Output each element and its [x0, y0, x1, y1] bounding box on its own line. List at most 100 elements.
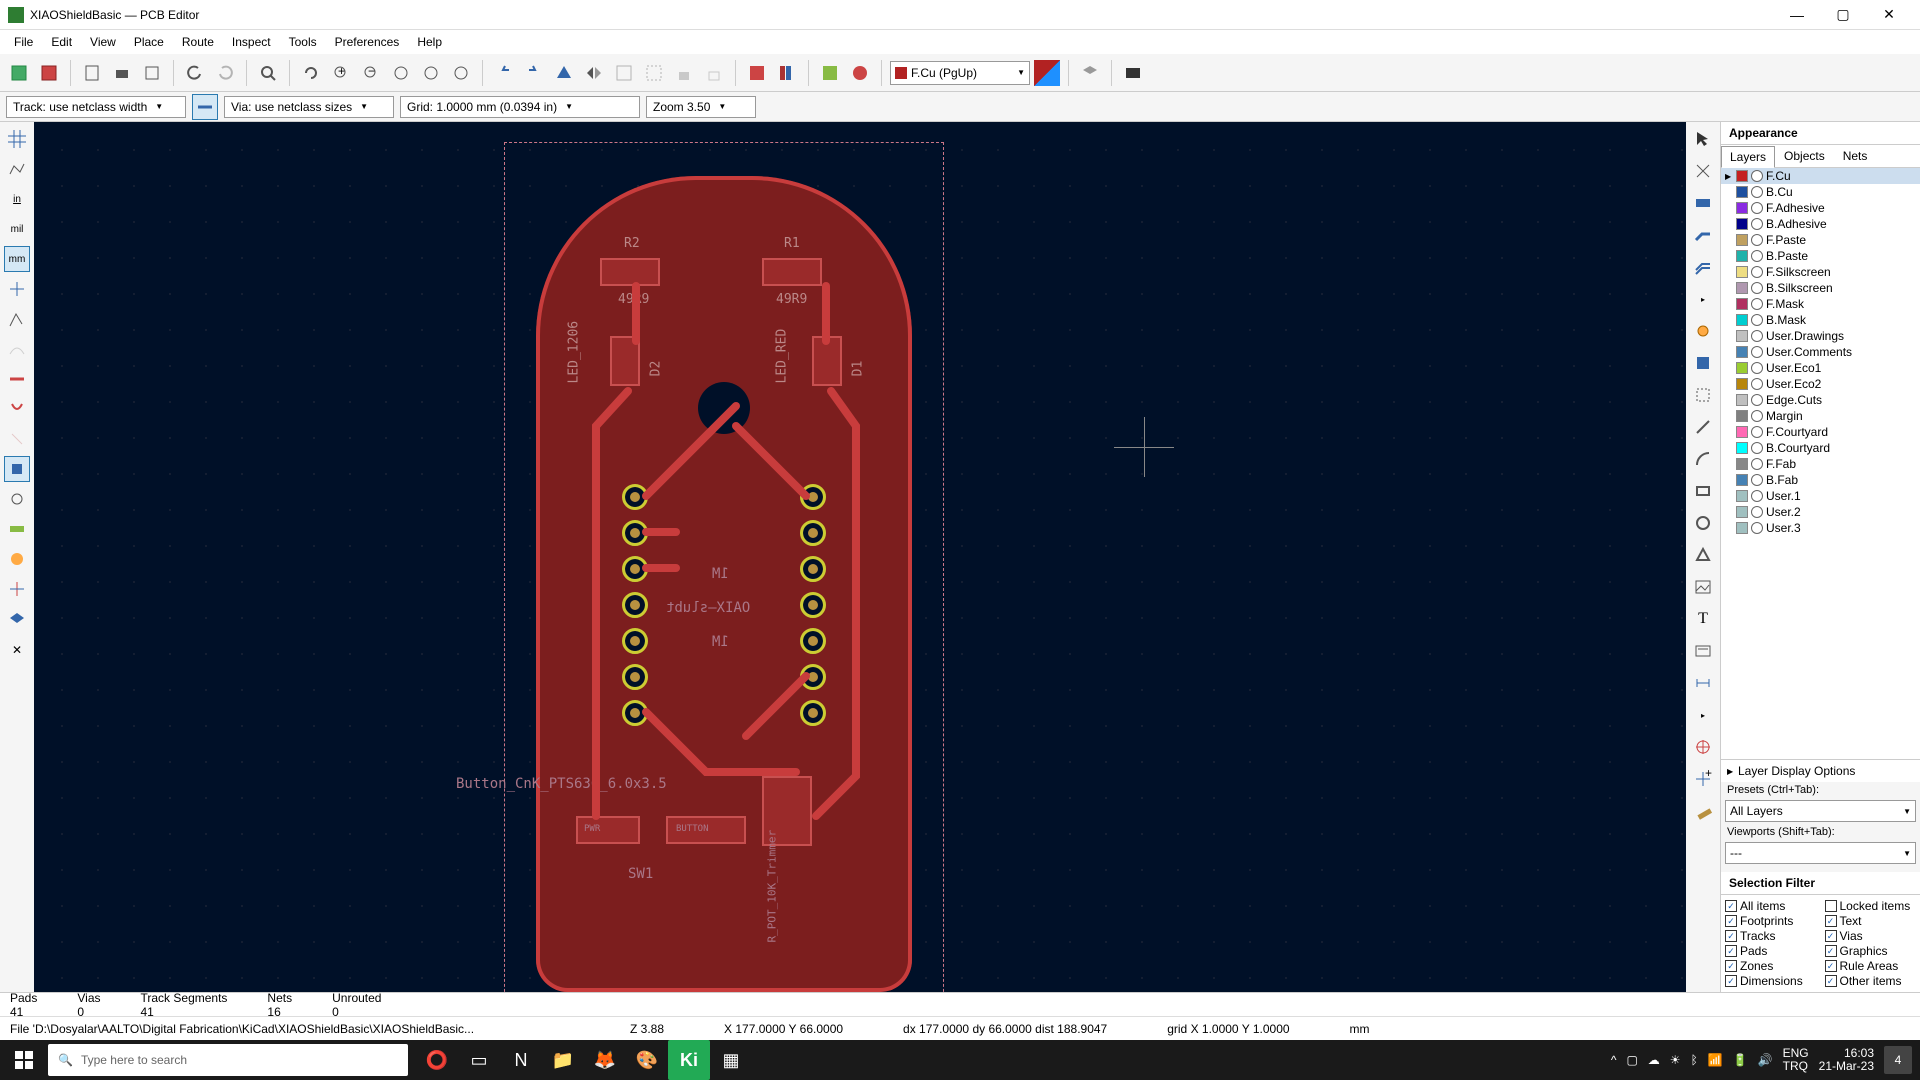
visibility-toggle-icon[interactable]: [1751, 506, 1763, 518]
layer-color-swatch[interactable]: [1736, 170, 1748, 182]
layer-row[interactable]: User.3: [1721, 520, 1920, 536]
grid-select[interactable]: Grid: 1.0000 mm (0.0394 in)▼: [400, 96, 640, 118]
zoom-fit-icon[interactable]: [388, 60, 414, 86]
layer-color-swatch[interactable]: [1736, 186, 1748, 198]
filter-rule-areas[interactable]: ✓Rule Areas: [1825, 959, 1917, 973]
3d-viewer-icon[interactable]: [1077, 60, 1103, 86]
menu-place[interactable]: Place: [126, 32, 172, 52]
app-explorer-icon[interactable]: 📁: [542, 1040, 584, 1080]
print-icon[interactable]: [109, 60, 135, 86]
pad-display-toggle[interactable]: [4, 456, 30, 482]
visibility-toggle-icon[interactable]: [1751, 346, 1763, 358]
layer-color-swatch[interactable]: [1736, 458, 1748, 470]
filter-graphics[interactable]: ✓Graphics: [1825, 944, 1917, 958]
layer-row[interactable]: User.Comments: [1721, 344, 1920, 360]
zoom-in-icon[interactable]: +: [328, 60, 354, 86]
via-size-select[interactable]: Via: use netclass sizes▼: [224, 96, 394, 118]
layer-row[interactable]: F.Silkscreen: [1721, 264, 1920, 280]
layer-color-swatch[interactable]: [1736, 394, 1748, 406]
layer-row[interactable]: Edge.Cuts: [1721, 392, 1920, 408]
layer-color-swatch[interactable]: [1736, 282, 1748, 294]
layer-color-swatch[interactable]: [1736, 506, 1748, 518]
taskview-icon[interactable]: ▭: [458, 1040, 500, 1080]
visibility-toggle-icon[interactable]: [1751, 218, 1763, 230]
via-display-toggle[interactable]: [4, 486, 30, 512]
layer-color-swatch[interactable]: [1736, 490, 1748, 502]
app-paint-icon[interactable]: 🎨: [626, 1040, 668, 1080]
track-display-toggle[interactable]: [4, 516, 30, 542]
layer-color-swatch[interactable]: [1736, 234, 1748, 246]
footprint-browser-icon[interactable]: [774, 60, 800, 86]
visibility-toggle-icon[interactable]: [1751, 298, 1763, 310]
high-contrast-toggle[interactable]: [4, 546, 30, 572]
dimension-tool[interactable]: [1690, 670, 1716, 696]
tray-weather-icon[interactable]: ☀: [1670, 1053, 1681, 1067]
maximize-button[interactable]: ▢: [1820, 0, 1866, 30]
tray-meet-icon[interactable]: ▢: [1626, 1053, 1637, 1067]
route-diff-pair-tool[interactable]: [1690, 254, 1716, 280]
start-button[interactable]: [0, 1040, 48, 1080]
image-tool[interactable]: [1690, 574, 1716, 600]
menu-edit[interactable]: Edit: [43, 32, 80, 52]
layer-color-swatch[interactable]: [1736, 298, 1748, 310]
zoom-out-icon[interactable]: −: [358, 60, 384, 86]
tray-wifi-icon[interactable]: 📶: [1708, 1053, 1723, 1067]
route-track-tool[interactable]: [1690, 222, 1716, 248]
zone-tool[interactable]: [1690, 350, 1716, 376]
drc-marker-toggle[interactable]: ✕: [4, 636, 30, 662]
zoom-select[interactable]: Zoom 3.50▼: [646, 96, 756, 118]
text-tool[interactable]: T: [1690, 606, 1716, 632]
find-icon[interactable]: [255, 60, 281, 86]
net-color-toggle[interactable]: [4, 576, 30, 602]
filter-tracks[interactable]: ✓Tracks: [1725, 929, 1817, 943]
visibility-toggle-icon[interactable]: [1751, 282, 1763, 294]
visibility-toggle-icon[interactable]: [1751, 426, 1763, 438]
rotate-cw-icon[interactable]: [521, 60, 547, 86]
show-grid-toggle[interactable]: [4, 126, 30, 152]
visibility-toggle-icon[interactable]: [1751, 394, 1763, 406]
layer-row[interactable]: B.Courtyard: [1721, 440, 1920, 456]
layer-row[interactable]: User.Eco2: [1721, 376, 1920, 392]
tab-layers[interactable]: Layers: [1721, 146, 1775, 168]
visibility-toggle-icon[interactable]: [1751, 186, 1763, 198]
net-highlight-toggle[interactable]: [4, 366, 30, 392]
visibility-toggle-icon[interactable]: [1751, 474, 1763, 486]
ungroup-icon[interactable]: [641, 60, 667, 86]
zoom-tool-icon[interactable]: [448, 60, 474, 86]
presets-select[interactable]: All Layers▼: [1725, 800, 1916, 822]
close-button[interactable]: ✕: [1866, 0, 1912, 30]
layer-color-swatch[interactable]: [1736, 474, 1748, 486]
layer-row[interactable]: F.Courtyard: [1721, 424, 1920, 440]
layer-color-swatch[interactable]: [1736, 202, 1748, 214]
units-mil-button[interactable]: mil: [4, 216, 30, 242]
filter-dimensions[interactable]: ✓Dimensions: [1725, 974, 1817, 988]
menu-tools[interactable]: Tools: [281, 32, 325, 52]
layer-color-swatch[interactable]: [1736, 362, 1748, 374]
drc-icon[interactable]: [847, 60, 873, 86]
layer-row[interactable]: B.Mask: [1721, 312, 1920, 328]
filter-locked-items[interactable]: Locked items: [1825, 899, 1917, 913]
layer-row[interactable]: ▶F.Cu: [1721, 168, 1920, 184]
menu-help[interactable]: Help: [409, 32, 450, 52]
layer-color-swatch[interactable]: [1736, 410, 1748, 422]
filter-other[interactable]: ✓Other items: [1825, 974, 1917, 988]
tray-onedrive-icon[interactable]: ☁: [1648, 1053, 1660, 1067]
layer-pair-swatch[interactable]: [1034, 60, 1060, 86]
line-tool[interactable]: [1690, 414, 1716, 440]
filter-vias[interactable]: ✓Vias: [1825, 929, 1917, 943]
units-mm-button[interactable]: mm: [4, 246, 30, 272]
rotate-ccw-icon[interactable]: [491, 60, 517, 86]
filter-text[interactable]: ✓Text: [1825, 914, 1917, 928]
scripting-console-icon[interactable]: [1120, 60, 1146, 86]
mirror-h-icon[interactable]: [581, 60, 607, 86]
layer-color-swatch[interactable]: [1736, 522, 1748, 534]
textbox-tool[interactable]: [1690, 638, 1716, 664]
menu-route[interactable]: Route: [174, 32, 222, 52]
visibility-toggle-icon[interactable]: [1751, 170, 1763, 182]
tune-length-tool[interactable]: ▸: [1690, 286, 1716, 312]
pcb-canvas[interactable]: R2 R1 49R9 49R9 D2 D1 LED_1206 LED_RED: [34, 122, 1686, 992]
visibility-toggle-icon[interactable]: [1751, 490, 1763, 502]
app-firefox-icon[interactable]: 🦊: [584, 1040, 626, 1080]
visibility-toggle-icon[interactable]: [1751, 458, 1763, 470]
polygon-tool[interactable]: [1690, 542, 1716, 568]
